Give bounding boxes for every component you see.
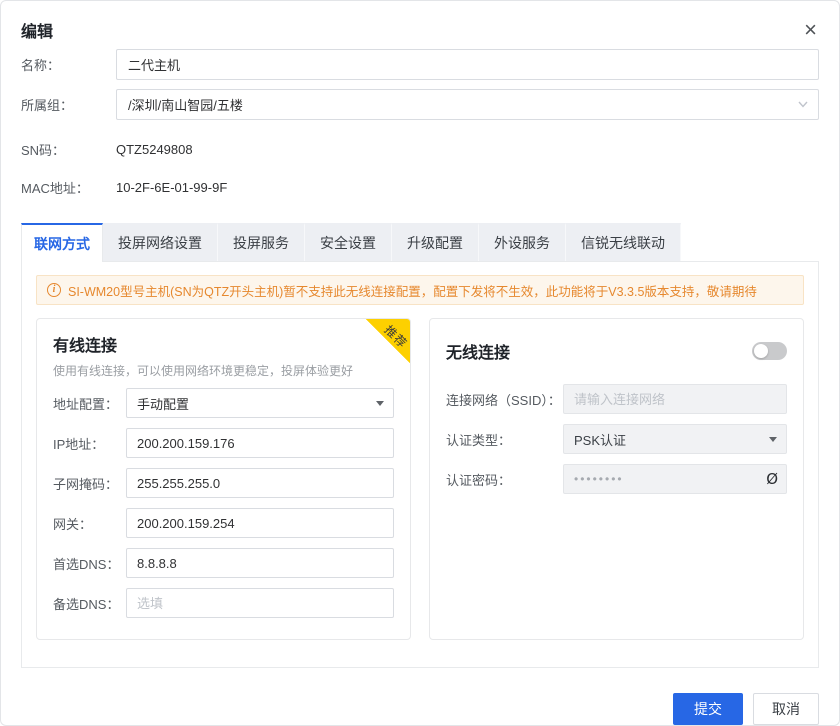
close-icon[interactable]: ×: [804, 20, 817, 40]
dns2-label: 备选DNS：: [53, 594, 126, 613]
info-circle-icon: i: [47, 283, 61, 297]
mac-value: 10-2F-6E-01-99-9F: [116, 180, 227, 195]
network-mode-panel: i SI-WM20型号主机(SN为QTZ开头主机)暂不支持此无线连接配置，配置下…: [21, 261, 819, 668]
sn-value: QTZ5249808: [116, 142, 193, 157]
ssid-label: 连接网络（SSID）：: [446, 390, 563, 409]
wireless-title: 无线连接: [446, 339, 510, 363]
dns2-row: 备选DNS：: [53, 588, 394, 618]
password-row: 认证密码： Ø: [446, 464, 787, 494]
edit-device-dialog: 编辑 × 名称： 所属组： SN码： QTZ5249808 MAC地址： 10-…: [0, 0, 840, 726]
addr-mode-label: 地址配置：: [53, 394, 126, 413]
auth-type-row: 认证类型：: [446, 424, 787, 454]
sn-field-row: SN码： QTZ5249808: [21, 130, 819, 168]
sn-label: SN码：: [21, 140, 116, 159]
auth-type-select-value[interactable]: [563, 424, 787, 454]
password-label: 认证密码：: [446, 470, 563, 489]
wireless-connection-card: 无线连接 连接网络（SSID）： 认证类型：: [429, 318, 804, 640]
connection-panels: 推荐 有线连接 使用有线连接，可以使用网络环境更稳定，投屏体验更好 地址配置： …: [36, 318, 804, 640]
chevron-down-icon: [797, 98, 809, 110]
addr-mode-select[interactable]: [126, 388, 394, 418]
caret-down-icon: [769, 437, 777, 442]
group-label: 所属组：: [21, 95, 116, 114]
caret-down-icon: [376, 401, 384, 406]
wireless-toggle[interactable]: [752, 342, 787, 360]
gateway-label: 网关：: [53, 514, 126, 533]
tab-security-settings[interactable]: 安全设置: [305, 223, 392, 261]
mac-label: MAC地址：: [21, 178, 116, 197]
group-select[interactable]: [116, 89, 819, 120]
group-select-value[interactable]: [116, 89, 819, 120]
dialog-footer: 提交 取消: [21, 693, 819, 725]
addr-mode-select-value[interactable]: [126, 388, 394, 418]
wired-subtitle: 使用有线连接，可以使用网络环境更稳定，投屏体验更好: [53, 362, 394, 379]
group-field-row: 所属组：: [21, 89, 819, 120]
ssid-row: 连接网络（SSID）：: [446, 384, 787, 414]
auth-type-label: 认证类型：: [446, 430, 563, 449]
mask-label: 子网掩码：: [53, 474, 126, 493]
eye-off-icon[interactable]: Ø: [766, 470, 778, 488]
gateway-row: 网关：: [53, 508, 394, 538]
tab-peripheral-service[interactable]: 外设服务: [479, 223, 566, 261]
settings-tabs: 联网方式 投屏网络设置 投屏服务 安全设置 升级配置 外设服务 信锐无线联动: [21, 223, 819, 261]
ssid-input[interactable]: [563, 384, 787, 414]
dns1-row: 首选DNS：: [53, 548, 394, 578]
ip-label: IP地址：: [53, 434, 126, 453]
wired-title: 有线连接: [53, 332, 394, 356]
dns1-label: 首选DNS：: [53, 554, 126, 573]
warning-banner: i SI-WM20型号主机(SN为QTZ开头主机)暂不支持此无线连接配置，配置下…: [36, 275, 804, 305]
recommended-ribbon-label: 推荐: [381, 321, 411, 351]
submit-button[interactable]: 提交: [673, 693, 743, 725]
name-label: 名称：: [21, 55, 116, 74]
name-field-row: 名称：: [21, 49, 819, 80]
cancel-button[interactable]: 取消: [753, 693, 819, 725]
ip-input[interactable]: [126, 428, 394, 458]
subnet-mask-input[interactable]: [126, 468, 394, 498]
gateway-input[interactable]: [126, 508, 394, 538]
mac-field-row: MAC地址： 10-2F-6E-01-99-9F: [21, 168, 819, 206]
secondary-dns-input[interactable]: [126, 588, 394, 618]
tab-cast-network-settings[interactable]: 投屏网络设置: [103, 223, 218, 261]
tab-sundray-wireless-linkage[interactable]: 信锐无线联动: [566, 223, 681, 261]
wired-connection-card: 推荐 有线连接 使用有线连接，可以使用网络环境更稳定，投屏体验更好 地址配置： …: [36, 318, 411, 640]
tab-cast-service[interactable]: 投屏服务: [218, 223, 305, 261]
primary-dns-input[interactable]: [126, 548, 394, 578]
tab-upgrade-config[interactable]: 升级配置: [392, 223, 479, 261]
auth-type-select[interactable]: [563, 424, 787, 454]
mask-row: 子网掩码：: [53, 468, 394, 498]
wireless-header: 无线连接: [446, 339, 787, 363]
password-input[interactable]: [563, 464, 787, 494]
tab-network-mode[interactable]: 联网方式: [21, 223, 103, 262]
dialog-title: 编辑: [21, 18, 53, 42]
addr-mode-row: 地址配置：: [53, 388, 394, 418]
warning-banner-text: SI-WM20型号主机(SN为QTZ开头主机)暂不支持此无线连接配置，配置下发将…: [68, 281, 757, 300]
name-input[interactable]: [116, 49, 819, 80]
recommended-ribbon: 推荐: [366, 319, 410, 363]
dialog-header: 编辑 ×: [1, 1, 839, 45]
ip-row: IP地址：: [53, 428, 394, 458]
wireless-toggle-knob: [754, 344, 768, 358]
